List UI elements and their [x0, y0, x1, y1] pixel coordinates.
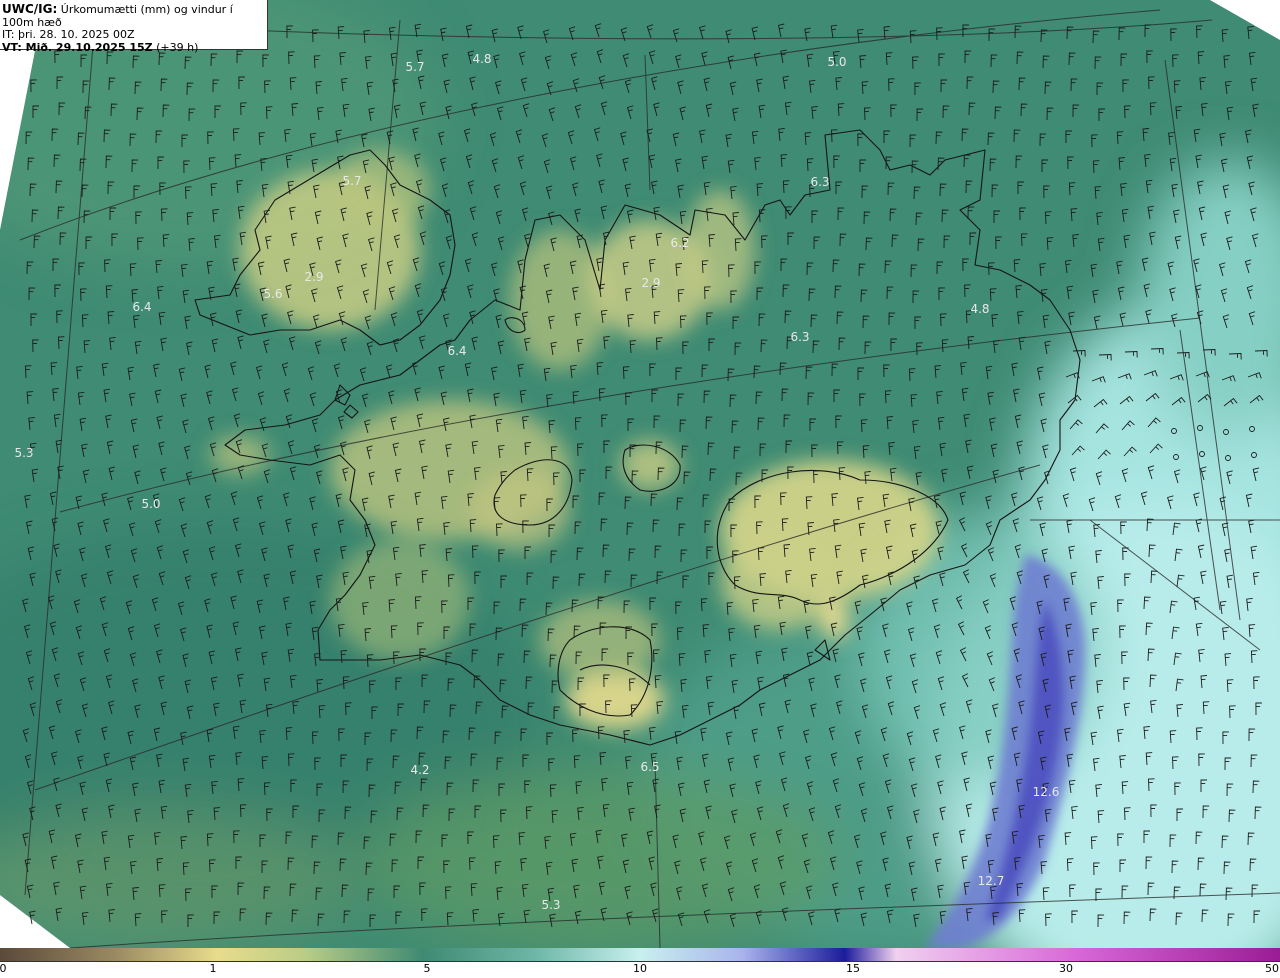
precip-max-label: 6.3	[810, 175, 830, 189]
model-name: UWC/IG:	[2, 2, 58, 16]
precip-max-label: 5.3	[541, 898, 561, 912]
precip-max-label: 4.8	[472, 52, 492, 66]
precip-max-label: 6.4	[132, 300, 152, 314]
colorbar-tick-label: 30	[1059, 962, 1073, 975]
colorbar-tick-label: 0	[0, 962, 7, 975]
valid-time-line: VT: Mið. 29.10.2025 15Z (+39 h)	[2, 40, 267, 55]
forecast-hour: (+39 h)	[156, 40, 199, 54]
title-line: UWC/IG: Úrkomumætti (mm) og vindur í 100…	[2, 3, 267, 29]
precip-max-label: 4.8	[970, 302, 990, 316]
colorbar	[0, 948, 1280, 962]
precip-max-label: 2.9	[641, 276, 661, 290]
colorbar-tick-label: 1	[209, 962, 217, 975]
precip-max-label: 6.2	[670, 236, 690, 250]
map-info-box: UWC/IG: Úrkomumætti (mm) og vindur í 100…	[0, 0, 268, 53]
precip-max-label: 2.9	[304, 270, 324, 284]
precip-max-label: 6.3	[790, 330, 810, 344]
colorbar-tick-label: 10	[633, 962, 647, 975]
precip-max-label: 4.2	[410, 763, 430, 777]
valid-time: VT: Mið. 29.10.2025 15Z	[2, 40, 153, 54]
precip-max-label: 5.7	[405, 60, 425, 74]
precip-max-label: 5.0	[141, 497, 161, 511]
colorbar-tick-label: 50	[1265, 962, 1279, 975]
precip-max-label: 5.7	[342, 174, 362, 188]
precipitation-field	[0, 0, 1280, 948]
colorbar-tick-label: 5	[423, 962, 431, 975]
colorbar-tick-label: 15	[846, 962, 860, 975]
precipitation-wind-map	[0, 0, 1280, 948]
precip-max-label: 5.3	[14, 446, 34, 460]
precip-max-label: 6.4	[447, 344, 467, 358]
precip-max-label: 12.7	[977, 874, 1005, 888]
precip-max-label: 5.6	[263, 287, 283, 301]
precip-max-label: 6.5	[640, 760, 660, 774]
precip-max-label: 12.6	[1032, 785, 1060, 799]
precip-max-label: 5.0	[827, 55, 847, 69]
